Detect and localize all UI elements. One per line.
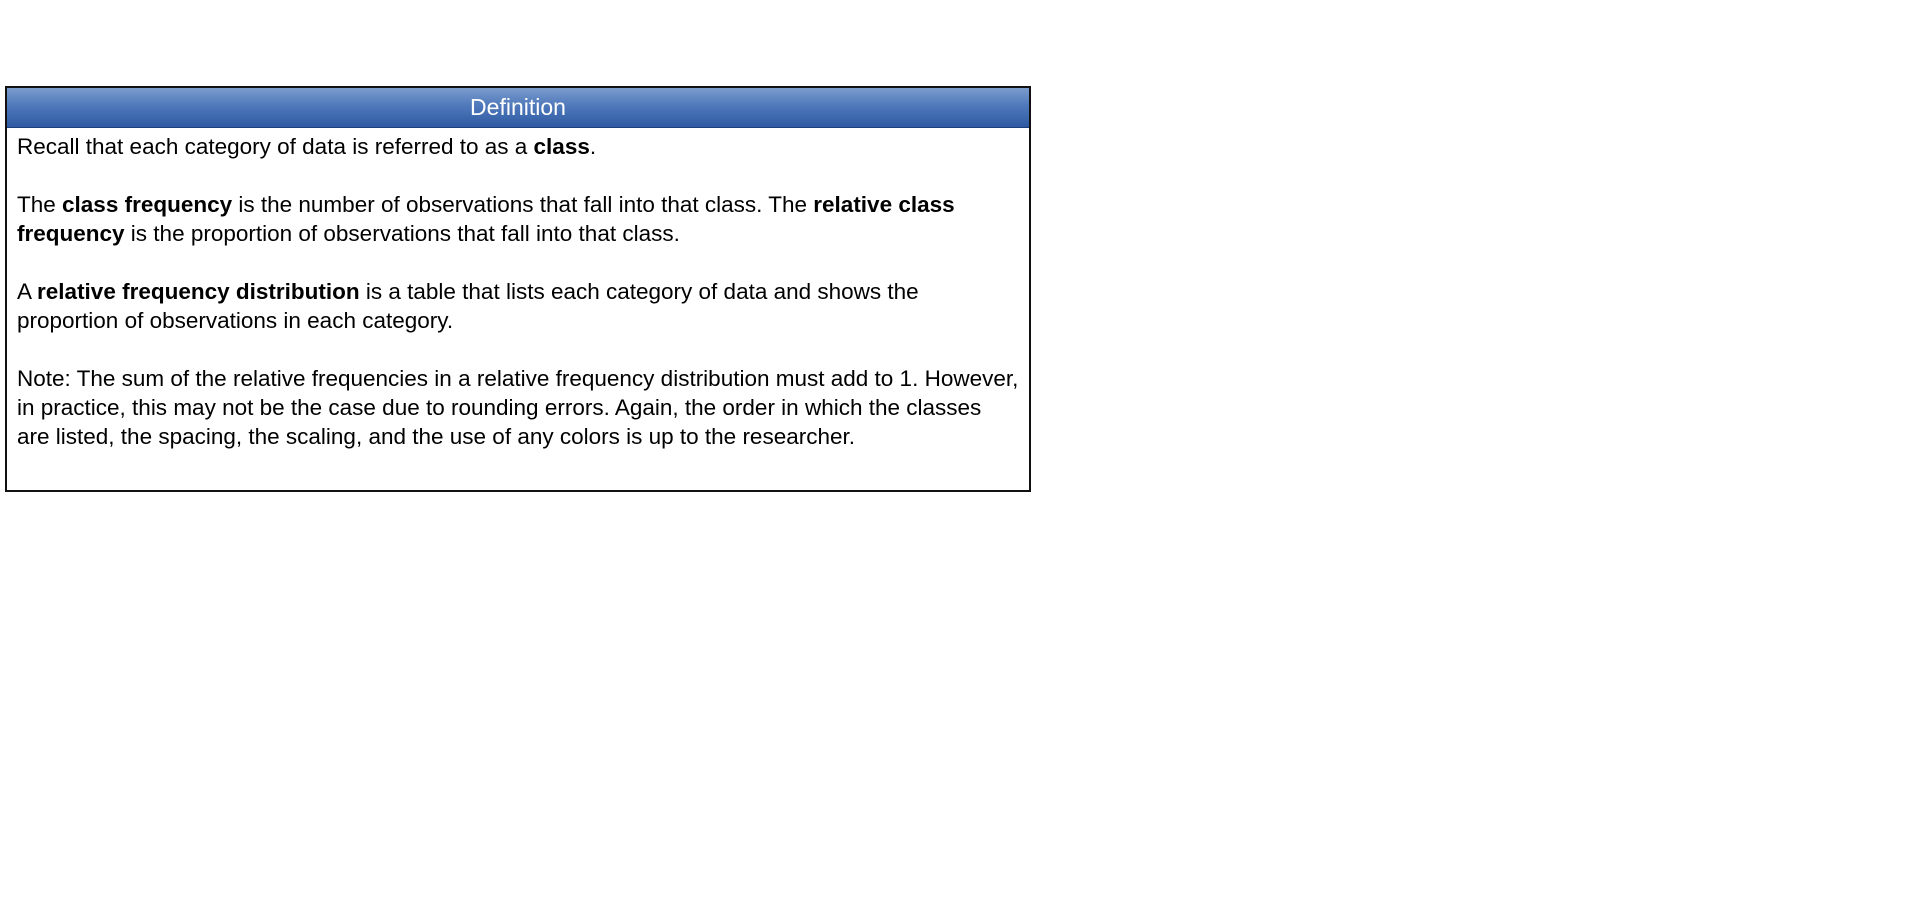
note-text: Note: The sum of the relative frequencie… — [17, 366, 1019, 449]
definition-box: Definition Recall that each category of … — [5, 86, 1031, 492]
term-class-frequency: class frequency — [62, 192, 233, 217]
text-segment: is the proportion of observations that f… — [124, 221, 680, 246]
text-segment: is the number of observations that fall … — [232, 192, 814, 217]
text-segment: The — [17, 192, 63, 217]
text-segment: A — [17, 279, 38, 304]
paragraph-note: Note: The sum of the relative frequencie… — [17, 364, 1019, 451]
text-segment: Recall that each category of data is ref… — [17, 134, 534, 159]
paragraph-class-frequency: The class frequency is the number of obs… — [17, 190, 1019, 248]
term-relative-frequency-distribution: relative frequency distribution — [37, 279, 360, 304]
definition-body: Recall that each category of data is ref… — [7, 128, 1029, 451]
term-class: class — [533, 134, 590, 159]
text-segment: . — [589, 134, 597, 159]
definition-header: Definition — [7, 88, 1029, 128]
paragraph-relative-frequency-distribution: A relative frequency distribution is a t… — [17, 277, 1019, 335]
paragraph-class: Recall that each category of data is ref… — [17, 132, 1019, 161]
definition-title: Definition — [470, 94, 566, 120]
